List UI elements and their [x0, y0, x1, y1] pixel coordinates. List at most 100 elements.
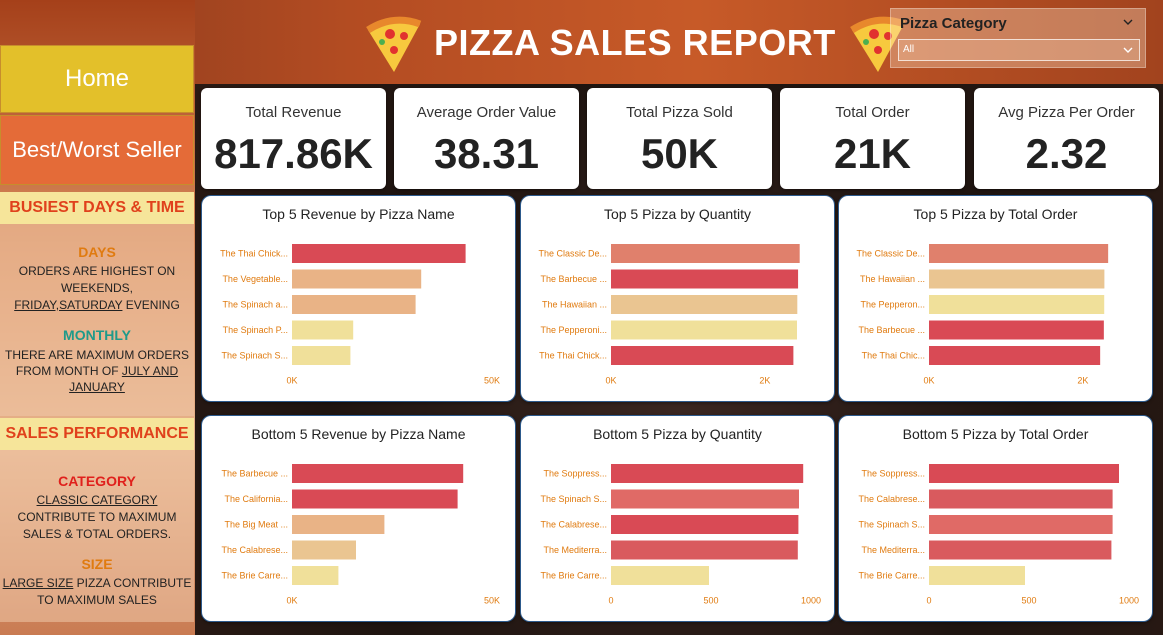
bar-chart: The Barbecue ... The California... The Big…: [221, 464, 500, 606]
category-line-2: CONTRIBUTE TO MAXIMUM: [17, 510, 177, 524]
category-label: The Barbecue ...: [858, 325, 925, 335]
category-label: The Brie Carre...: [858, 571, 925, 581]
chart-card[interactable]: Top 5 Pizza by Total Order The Classic De…: [838, 195, 1153, 402]
bar[interactable]: [611, 566, 709, 585]
category-label: The Brie Carre...: [221, 571, 288, 581]
category-label: The Spinach S...: [858, 520, 925, 530]
category-label: The Spinach P...: [223, 325, 288, 335]
chart-card[interactable]: Bottom 5 Revenue by Pizza Name The Barbec…: [201, 415, 516, 622]
kpi-value: 21K: [833, 130, 912, 177]
bar[interactable]: [929, 346, 1101, 365]
category-label: The Barbecue ...: [221, 469, 288, 479]
bar[interactable]: [611, 540, 798, 560]
bar[interactable]: [292, 566, 339, 585]
x-tick-label: 50K: [484, 376, 500, 386]
days-line-1: ORDERS ARE HIGHEST ON: [18, 264, 176, 278]
pizza-category-slicer[interactable]: Pizza Category All: [890, 8, 1146, 68]
bar-chart: The Soppress... The Calabrese... The Spina…: [858, 464, 1139, 606]
days-title: DAYS: [78, 244, 116, 260]
bar-chart: The Classic De... The Barbecue ... The Haw…: [538, 244, 800, 386]
best-worst-seller-button[interactable]: Best/Worst Seller: [0, 115, 194, 185]
slicer-dropdown[interactable]: All: [898, 39, 1140, 61]
days-line-3: FRIDAY,SATURDAY EVENING: [0, 297, 194, 314]
category-label: The Soppress...: [861, 469, 925, 479]
x-tick-label: 50K: [484, 596, 500, 606]
chart-card[interactable]: Bottom 5 Pizza by Total Order The Soppres…: [838, 415, 1153, 622]
category-label: The Hawaiian ...: [860, 274, 925, 284]
bar[interactable]: [929, 464, 1119, 483]
bar[interactable]: [292, 346, 351, 365]
category-label: The Thai Chick...: [539, 351, 607, 361]
chart-card[interactable]: Top 5 Pizza by Quantity The Classic De...…: [520, 195, 835, 402]
kpi-card-total-pizza-sold: Total Pizza Sold 50K: [587, 88, 772, 189]
bar[interactable]: [611, 244, 800, 263]
bar[interactable]: [611, 269, 799, 289]
category-highlight: CLASSIC CATEGORY: [36, 493, 158, 507]
bar[interactable]: [611, 515, 799, 534]
x-tick-label: 1000: [1119, 596, 1139, 606]
pizza-slice-icon: [366, 16, 422, 72]
bar[interactable]: [292, 464, 464, 483]
sales-performance-heading: SALES PERFORMANCE: [0, 418, 194, 450]
bar[interactable]: [929, 489, 1113, 509]
bar[interactable]: [611, 346, 794, 365]
bar-chart: The Classic De... The Hawaiian ... The Pep…: [856, 244, 1109, 386]
category-label: The Thai Chic...: [862, 351, 925, 361]
x-tick-label: 500: [703, 596, 718, 606]
bar[interactable]: [292, 489, 458, 509]
category-label: The Classic De...: [856, 249, 925, 259]
kpi-card-avg-pizza-per-order: Avg Pizza Per Order 2.32: [974, 88, 1159, 189]
category-line-1: CLASSIC CATEGORY: [0, 492, 194, 509]
home-button[interactable]: Home: [0, 45, 194, 113]
bar-chart: The Soppress... The Spinach S... The Calab…: [540, 464, 821, 606]
bar[interactable]: [611, 320, 797, 340]
bar[interactable]: [929, 320, 1104, 340]
bar[interactable]: [929, 295, 1105, 314]
x-tick-label: 1000: [801, 596, 821, 606]
chart-card[interactable]: Bottom 5 Pizza by Quantity The Soppress..…: [520, 415, 835, 622]
bar[interactable]: [929, 515, 1113, 534]
category-title: CATEGORY: [58, 473, 136, 489]
size-suffix: PIZZA CONTRIBUTE: [73, 576, 192, 590]
kpi-value: 50K: [640, 130, 719, 177]
bar[interactable]: [292, 515, 385, 534]
bar[interactable]: [292, 269, 422, 289]
kpi-card-average-order-value: Average Order Value 38.31: [394, 88, 579, 189]
category-label: The Mediterra...: [861, 545, 925, 555]
kpi-value: 2.32: [1025, 130, 1108, 177]
slicer-value: All: [903, 44, 915, 55]
bar[interactable]: [292, 244, 466, 263]
category-label: The Brie Carre...: [540, 571, 607, 581]
kpi-label: Total Pizza Sold: [626, 104, 733, 121]
bar[interactable]: [292, 540, 356, 560]
bar[interactable]: [292, 295, 416, 314]
kpi-label: Average Order Value: [416, 104, 557, 121]
dropdown-chevron-icon[interactable]: [1123, 45, 1133, 55]
category-label: The California...: [224, 494, 288, 504]
bar[interactable]: [929, 540, 1112, 560]
category-label: The Pepperoni...: [540, 325, 607, 335]
kpi-label: Total Order: [835, 104, 910, 121]
bar[interactable]: [611, 295, 798, 314]
category-label: The Barbecue ...: [540, 274, 607, 284]
monthly-prefix: FROM MONTH OF: [15, 364, 122, 378]
bar[interactable]: [611, 464, 804, 483]
category-label: The Spinach a...: [222, 300, 288, 310]
report-header: PIZZA SALES REPORT: [360, 8, 910, 78]
bar[interactable]: [292, 320, 354, 340]
x-tick-label: 2K: [759, 376, 770, 386]
category-label: The Calabrese...: [540, 520, 607, 530]
bar[interactable]: [929, 269, 1105, 289]
x-tick-label: 500: [1021, 596, 1036, 606]
kpi-card-total-order: Total Order 21K: [780, 88, 965, 189]
size-highlight: LARGE SIZE: [2, 576, 74, 590]
bar[interactable]: [611, 489, 799, 509]
category-label: The Big Meat ...: [224, 520, 288, 530]
chevron-down-icon[interactable]: [1123, 17, 1133, 27]
bar[interactable]: [929, 566, 1025, 585]
chart-card[interactable]: Top 5 Revenue by Pizza Name The Thai Chic…: [201, 195, 516, 402]
category-label: The Pepperon...: [860, 300, 925, 310]
bar[interactable]: [929, 244, 1109, 263]
days-highlight: FRIDAY,SATURDAY: [14, 298, 123, 312]
category-label: The Spinach S...: [540, 494, 607, 504]
